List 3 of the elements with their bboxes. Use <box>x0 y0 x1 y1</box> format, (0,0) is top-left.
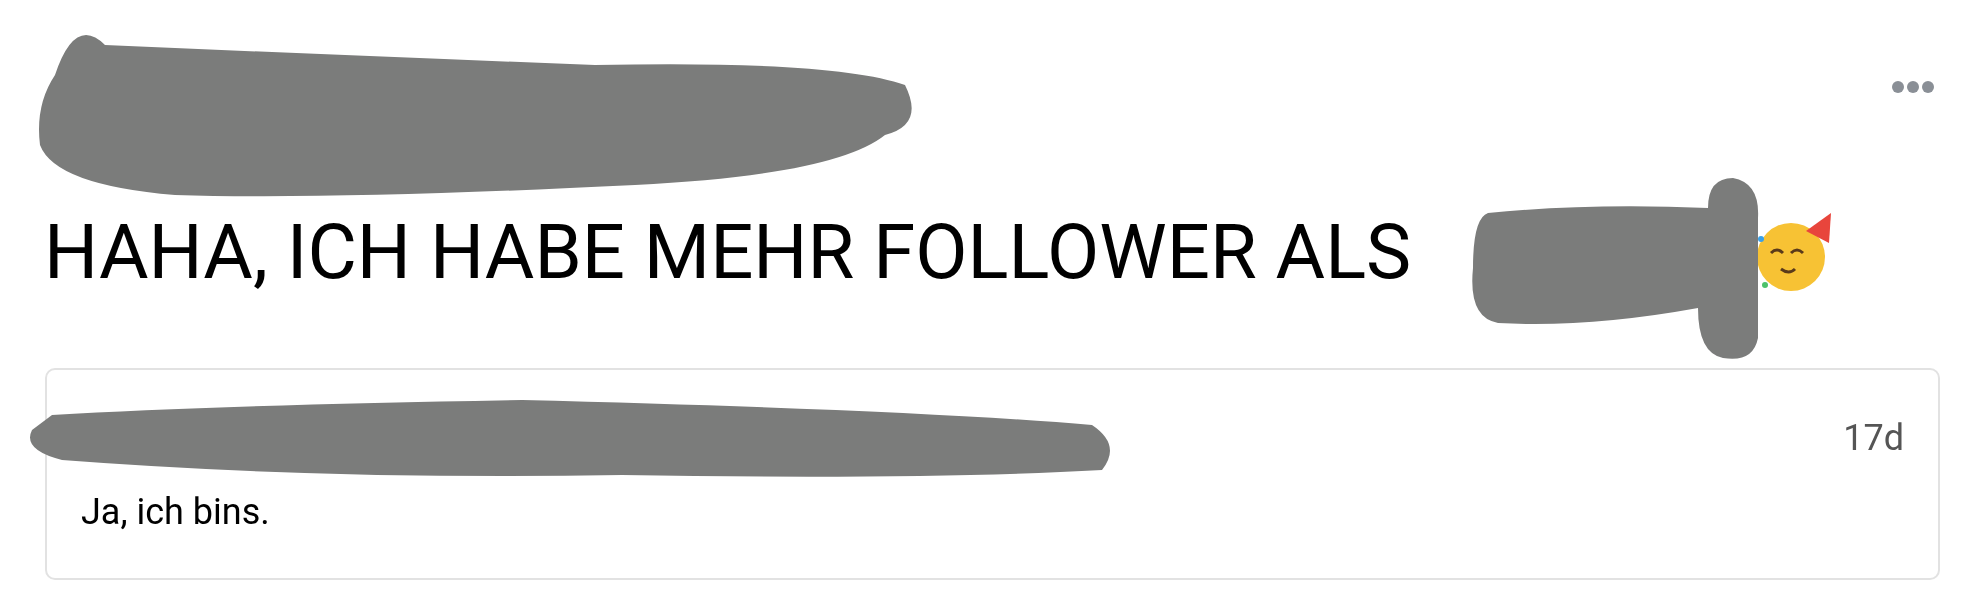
post-headline: HAHA, ICH HABE MEHR FOLLOWER ALS <box>44 214 1412 290</box>
comment-time: 17d <box>1843 420 1904 456</box>
comment-text: Ja, ich bins. <box>80 494 271 530</box>
